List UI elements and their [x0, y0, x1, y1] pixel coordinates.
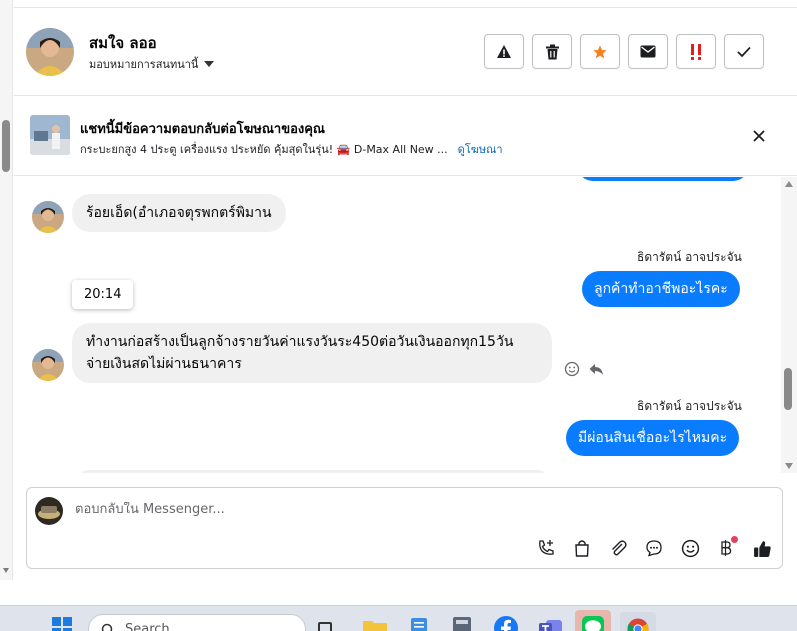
trash-icon [545, 44, 559, 59]
conversation-header: สมใจ ลออ มอบหมายการสนทนานี้ [14, 7, 797, 96]
sender-name: ธิดารัตน์ อาจประจัน [637, 250, 742, 264]
thread-scrollbar-thumb[interactable] [784, 368, 792, 410]
notepad-icon [411, 618, 427, 631]
windows-logo-icon [52, 617, 72, 631]
calculator-icon [453, 617, 471, 631]
react-button[interactable] [564, 361, 580, 381]
sender-name: ธิดารัตน์ อาจประจัน [637, 399, 742, 413]
taskbar-search[interactable]: Search [88, 614, 306, 631]
assign-label: มอบหมายการสนทนานี้ [89, 58, 199, 71]
page-avatar [35, 497, 63, 525]
outgoing-message[interactable]: มีผ่อนสินเชื่ออะไรไหมคะ [566, 420, 740, 456]
emoji-button[interactable] [677, 535, 703, 561]
contact-name[interactable]: สมใจ ลออ [89, 31, 157, 55]
messenger-inbox-window: สมใจ ลออ มอบหมายการสนทนานี้ แชทนี้มีข้อค… [0, 0, 797, 631]
shop-button[interactable] [569, 535, 595, 561]
notification-dot [731, 536, 738, 543]
report-button[interactable] [484, 34, 524, 69]
outgoing-message[interactable]: ลูกค้าทำอาชีพอะไรคะ [582, 271, 740, 307]
attach-button[interactable] [605, 535, 631, 561]
thread-scrollbar[interactable] [781, 177, 797, 473]
caret-down-icon [204, 61, 215, 67]
close-banner-button[interactable] [750, 127, 768, 145]
incoming-message[interactable]: ทำงานก่อสร้างเป็นลูกจ้างรายวันค่าแรงวันร… [72, 323, 552, 383]
ad-thumbnail[interactable] [30, 115, 70, 155]
chat-bubble-icon [646, 540, 662, 557]
star-button[interactable] [580, 34, 620, 69]
paperclip-icon [612, 540, 627, 556]
reply-button[interactable] [588, 361, 604, 381]
bag-icon [575, 540, 589, 557]
partial-incoming-bubble [78, 470, 548, 473]
scroll-down-arrow-icon[interactable] [785, 463, 793, 469]
start-button[interactable] [52, 617, 72, 631]
page-scrollbar[interactable] [0, 0, 13, 580]
scroll-up-arrow-icon[interactable] [785, 181, 793, 187]
call-button[interactable] [533, 535, 559, 561]
ad-description: กระบะยกสูง 4 ประตู เครื่องแรง ประหยัด คุ… [80, 143, 448, 156]
notepad-button[interactable] [410, 616, 428, 631]
ad-banner-subtitle: กระบะยกสูง 4 ประตู เครื่องแรง ประหยัด คุ… [80, 140, 503, 158]
like-button[interactable] [749, 535, 775, 561]
contact-avatar[interactable] [26, 28, 74, 76]
windows-taskbar: Search [0, 605, 797, 631]
close-icon [753, 130, 765, 142]
facebook-button[interactable] [494, 616, 518, 631]
teams-icon [539, 620, 562, 631]
reply-input[interactable] [75, 502, 675, 517]
saved-replies-button[interactable] [641, 535, 667, 561]
line-icon [582, 616, 604, 631]
ad-reply-banner: แชทนี้มีข้อความตอบกลับต่อโฆษณาของคุณ กระ… [14, 96, 797, 176]
line-app-button[interactable] [575, 610, 611, 631]
composer-toolbar [533, 535, 775, 561]
reply-arrow-icon [589, 364, 603, 375]
chrome-icon [627, 618, 649, 631]
payment-button[interactable] [713, 535, 739, 561]
reply-composer [26, 487, 783, 569]
assign-conversation-dropdown[interactable]: มอบหมายการสนทนานี้ [89, 55, 215, 73]
priority-button[interactable] [676, 34, 716, 69]
header-actions [484, 34, 764, 69]
file-explorer-button[interactable] [362, 618, 388, 631]
search-icon [101, 623, 113, 631]
thumbs-up-icon [753, 540, 771, 557]
teams-button[interactable] [538, 616, 564, 631]
checkmark-icon [737, 46, 751, 57]
double-exclamation-icon [691, 43, 701, 60]
view-ad-link[interactable]: ดูโฆษณา [458, 143, 503, 156]
emoji-icon [681, 539, 699, 557]
mail-button[interactable] [628, 34, 668, 69]
taskbar-search-label: Search [125, 622, 170, 631]
contact-avatar-small [32, 201, 64, 233]
message-thread: ร้อยเอ็ด(อำเภอจตุรพกตร์พิมาน ธิดารัตน์ อ… [14, 177, 781, 473]
warning-icon [497, 44, 511, 58]
message-timestamp: 20:14 [72, 280, 134, 309]
delete-button[interactable] [532, 34, 572, 69]
scroll-down-arrow-icon[interactable] [3, 568, 9, 573]
incoming-message[interactable]: ร้อยเอ็ด(อำเภอจตุรพกตร์พิมาน [72, 194, 286, 232]
page-scrollbar-thumb[interactable] [2, 120, 10, 172]
chrome-button[interactable] [620, 612, 656, 631]
done-button[interactable] [724, 34, 764, 69]
partial-outgoing-bubble [577, 177, 749, 181]
folder-icon [363, 621, 387, 631]
task-view-button[interactable] [318, 622, 332, 631]
star-icon [593, 44, 607, 58]
ad-banner-title: แชทนี้มีข้อความตอบกลับต่อโฆษณาของคุณ [80, 122, 325, 137]
contact-avatar-small [32, 349, 64, 381]
calculator-button[interactable] [452, 616, 472, 631]
facebook-icon [494, 616, 518, 631]
emoji-icon [564, 361, 580, 377]
phone-add-icon [539, 540, 554, 555]
envelope-icon [640, 45, 656, 58]
